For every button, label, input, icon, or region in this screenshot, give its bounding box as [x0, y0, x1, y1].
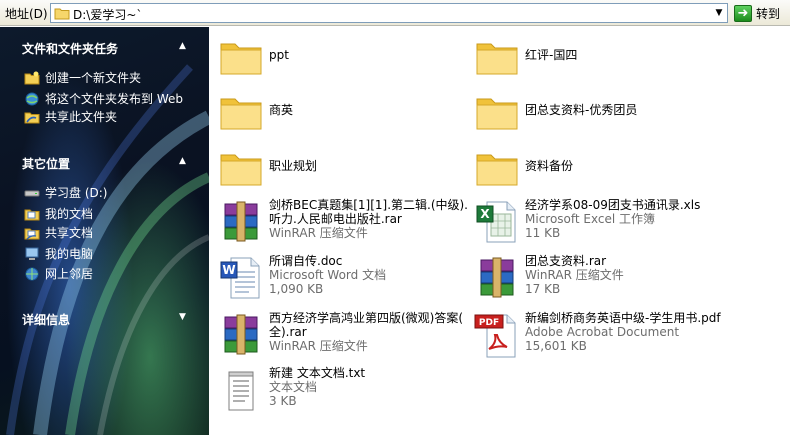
word-icon: W: [220, 257, 260, 299]
task-new-folder[interactable]: 创建一个新文件夹: [24, 69, 141, 86]
svg-text:PDF: PDF: [479, 318, 499, 328]
place-drive-d[interactable]: 学习盘 (D:): [24, 184, 107, 201]
folder-icon: [476, 154, 518, 186]
svg-text:W: W: [222, 263, 235, 277]
file-size: 15,601 KB: [525, 339, 587, 353]
file-item[interactable]: X 经济学系08-09团支书通讯录.xls Microsoft Excel 工作…: [473, 198, 700, 246]
folder-icon: [220, 98, 262, 130]
file-kind: Microsoft Word 文档: [269, 268, 387, 282]
file-view: ppt 红评-国四 商英 团总支资料-优秀团员 职业规划 资料备份 剑桥BEC真…: [209, 27, 790, 435]
file-size: 11 KB: [525, 226, 561, 240]
file-item[interactable]: 新建 文本文档.txt 文本文档 3 KB: [217, 366, 365, 414]
pdf-icon: PDF: [474, 314, 516, 358]
excel-icon: X: [476, 201, 516, 243]
address-bar: 地址(D) D:\爱学习~` ▼ ➜ 转到: [0, 0, 790, 26]
collapse-icon[interactable]: ▲: [179, 156, 189, 166]
share-folder-icon: [24, 112, 40, 123]
file-name: 团总支资料.rar: [525, 254, 607, 268]
folder-icon: [476, 43, 518, 75]
file-name: 资料备份: [525, 159, 574, 173]
file-item[interactable]: 西方经济学高鸿业第四版(微观)答案( 全).rar WinRAR 压缩文件: [217, 311, 463, 359]
winrar-icon: [224, 201, 258, 242]
place-label: 学习盘 (D:): [45, 186, 108, 200]
file-name-line1: 剑桥BEC真题集[1][1].第二辑.(中级).: [269, 198, 468, 212]
folder-item[interactable]: 资料备份: [473, 143, 573, 191]
file-kind: Microsoft Excel 工作簿: [525, 212, 656, 226]
folder-icon: [220, 154, 262, 186]
place-label: 我的电脑: [45, 247, 94, 261]
file-size: 17 KB: [525, 282, 561, 296]
file-name: 经济学系08-09团支书通讯录.xls: [525, 198, 701, 212]
place-label: 网上邻居: [45, 267, 94, 281]
section-title-other-places[interactable]: 其它位置: [22, 155, 70, 172]
file-item[interactable]: W 所谓自传.doc Microsoft Word 文档 1,090 KB: [217, 254, 386, 302]
winrar-icon: [224, 314, 258, 355]
place-shared-documents[interactable]: 共享文档: [24, 224, 93, 241]
file-name: 所谓自传.doc: [269, 254, 343, 268]
folder-item[interactable]: 红评-国四: [473, 32, 577, 80]
file-name: 团总支资料-优秀团员: [525, 103, 638, 117]
task-publish-web[interactable]: 将这个文件夹发布到 Web: [24, 90, 183, 107]
text-file-icon: [228, 371, 254, 411]
place-label: 我的文档: [45, 207, 94, 221]
file-name: 红评-国四: [525, 48, 578, 62]
folder-item[interactable]: 团总支资料-优秀团员: [473, 87, 637, 135]
section-title-details[interactable]: 详细信息: [22, 311, 70, 328]
file-kind: WinRAR 压缩文件: [269, 226, 368, 240]
drive-icon: [24, 190, 40, 196]
file-name: ppt: [269, 48, 289, 62]
new-folder-icon: [24, 71, 40, 84]
folder-item[interactable]: 商英: [217, 87, 293, 135]
file-kind: 文本文档: [269, 380, 318, 394]
go-arrow-icon: ➜: [734, 4, 752, 22]
address-path: D:\爱学习~`: [73, 8, 143, 22]
file-kind: WinRAR 压缩文件: [525, 268, 624, 282]
task-pane: 文件和文件夹任务 ▲ 创建一个新文件夹 将这个文件夹发布到 Web 共享此文件夹…: [0, 27, 209, 435]
file-name-line2: 听力.人民邮电出版社.rar: [269, 212, 402, 226]
file-kind: Adobe Acrobat Document: [525, 325, 680, 339]
place-network[interactable]: 网上邻居: [24, 265, 93, 282]
folder-icon: [220, 43, 262, 75]
my-documents-icon: [24, 209, 40, 220]
task-label: 将这个文件夹发布到 Web: [45, 92, 183, 106]
file-item[interactable]: 团总支资料.rar WinRAR 压缩文件 17 KB: [473, 254, 624, 302]
file-item[interactable]: PDF 新编剑桥商务英语中级-学生用书.pdf Adobe Acrobat Do…: [473, 311, 721, 359]
file-item[interactable]: 剑桥BEC真题集[1][1].第二辑.(中级). 听力.人民邮电出版社.rar …: [217, 198, 468, 246]
collapse-icon[interactable]: ▲: [179, 41, 189, 51]
network-icon: [25, 267, 39, 280]
file-kind: WinRAR 压缩文件: [269, 339, 368, 353]
place-my-computer[interactable]: 我的电脑: [24, 245, 93, 262]
goto-label: 转到: [756, 6, 781, 21]
section-title-file-tasks[interactable]: 文件和文件夹任务: [22, 40, 118, 57]
file-size: 1,090 KB: [269, 282, 324, 296]
goto-button[interactable]: ➜ 转到: [734, 3, 780, 23]
file-name: 新编剑桥商务英语中级-学生用书.pdf: [525, 311, 721, 325]
folder-icon: [476, 98, 518, 130]
file-name: 职业规划: [269, 159, 318, 173]
task-share-folder[interactable]: 共享此文件夹: [24, 108, 117, 125]
folder-icon: [54, 8, 70, 20]
publish-web-icon: [25, 92, 39, 105]
task-label: 共享此文件夹: [45, 110, 118, 124]
file-name-line1: 西方经济学高鸿业第四版(微观)答案(: [269, 311, 464, 325]
place-label: 共享文档: [45, 226, 94, 240]
folder-item[interactable]: 职业规划: [217, 143, 317, 191]
file-name: 新建 文本文档.txt: [269, 366, 366, 380]
my-computer-icon: [25, 247, 39, 260]
file-name-line2: 全).rar: [269, 325, 307, 339]
address-label: 地址(D): [5, 7, 48, 21]
winrar-icon: [480, 257, 514, 298]
file-name: 商英: [269, 103, 294, 117]
expand-icon[interactable]: ▼: [179, 312, 189, 322]
folder-item[interactable]: ppt: [217, 32, 289, 80]
address-input[interactable]: D:\爱学习~` ▼: [50, 3, 728, 23]
task-label: 创建一个新文件夹: [45, 71, 142, 85]
place-my-documents[interactable]: 我的文档: [24, 205, 93, 222]
chevron-down-icon[interactable]: ▼: [711, 4, 727, 22]
shared-documents-icon: [24, 228, 40, 240]
svg-text:X: X: [480, 207, 490, 221]
file-size: 3 KB: [269, 394, 297, 408]
